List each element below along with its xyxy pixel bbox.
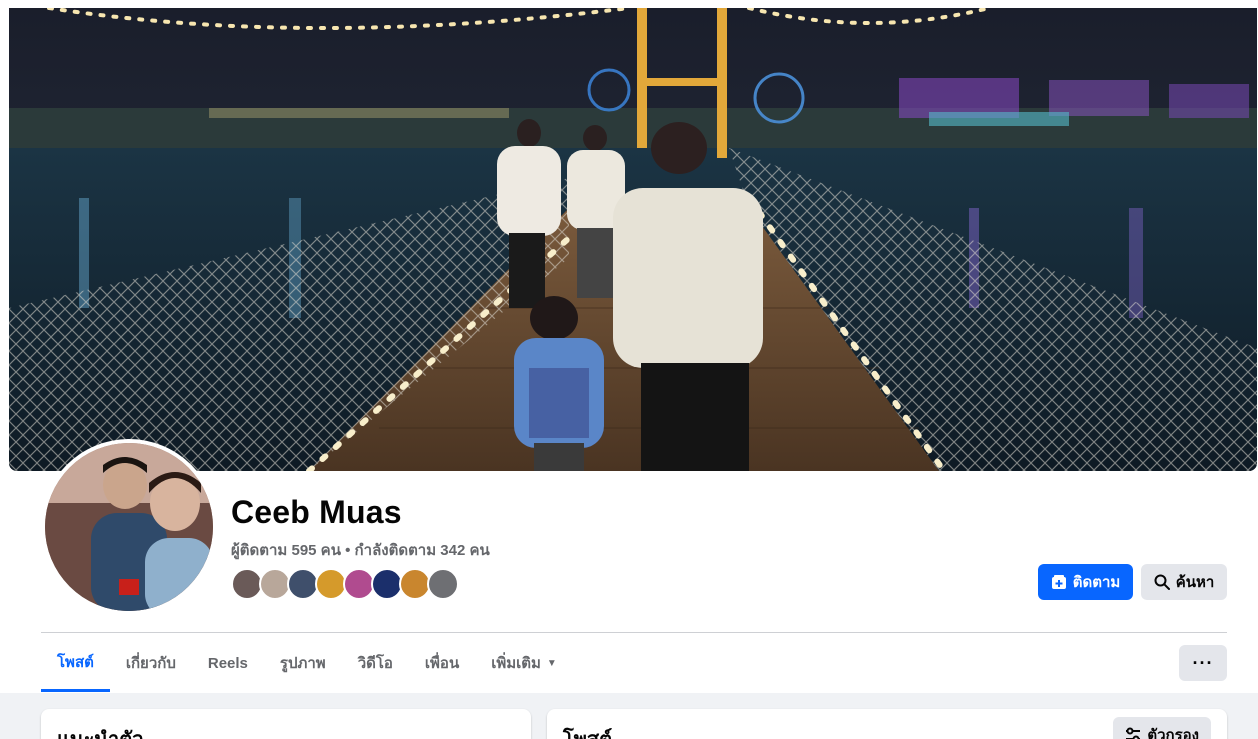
follow-button-label: ติดตาม xyxy=(1072,574,1121,591)
tab-reels[interactable]: Reels xyxy=(192,634,264,692)
followers-summary[interactable]: ผู้ติดตาม 595 คน • กำลังติดตาม 342 คน xyxy=(231,538,490,562)
tab-label: เพื่อน xyxy=(424,655,460,672)
profile-avatar-image xyxy=(45,443,213,611)
tab-photos[interactable]: รูปภาพ xyxy=(264,634,342,692)
tab-label: เพิ่มเติม xyxy=(491,655,541,672)
posts-card: โพสต์ ตัวกรอง xyxy=(547,709,1227,739)
cover-photo[interactable] xyxy=(9,8,1257,471)
follow-button[interactable]: ติดตาม xyxy=(1038,564,1133,600)
filter-icon xyxy=(1126,727,1141,739)
profile-name: Ceeb Muas xyxy=(231,494,402,530)
tab-more[interactable]: เพิ่มเติม ▼ xyxy=(475,634,573,692)
tab-label: Reels xyxy=(207,654,248,672)
tab-friends[interactable]: เพื่อน xyxy=(409,634,475,692)
filter-button[interactable]: ตัวกรอง xyxy=(1113,717,1211,739)
friend-avatar[interactable] xyxy=(427,568,459,600)
follow-icon xyxy=(1051,575,1066,589)
cover-photo-illustration xyxy=(9,8,1257,471)
tab-label: วิดีโอ xyxy=(357,655,393,672)
filter-button-label: ตัวกรอง xyxy=(1147,727,1199,739)
tab-label: เกี่ยวกับ xyxy=(125,655,176,672)
profile-avatar[interactable] xyxy=(41,439,217,615)
search-button-label: ค้นหา xyxy=(1175,574,1215,591)
intro-card: แนะนำตัว xyxy=(41,709,531,739)
chevron-down-icon: ▼ xyxy=(546,657,557,669)
profile-page: Ceeb Muas ผู้ติดตาม 595 คน • กำลังติดตาม… xyxy=(0,0,1258,739)
search-icon xyxy=(1154,574,1170,590)
tab-posts[interactable]: โพสต์ xyxy=(41,634,110,692)
posts-card-title: โพสต์ xyxy=(563,723,612,739)
search-button[interactable]: ค้นหา xyxy=(1141,564,1227,600)
intro-card-title: แนะนำตัว xyxy=(57,723,143,739)
tab-label: รูปภาพ xyxy=(279,655,326,672)
friend-avatars xyxy=(231,568,459,600)
tab-about[interactable]: เกี่ยวกับ xyxy=(110,634,192,692)
tab-videos[interactable]: วิดีโอ xyxy=(342,634,409,692)
more-options-button[interactable]: ··· xyxy=(1179,645,1227,681)
tab-label: โพสต์ xyxy=(57,653,94,671)
header-divider xyxy=(41,632,1227,633)
profile-tabs: โพสต์ เกี่ยวกับ Reels รูปภาพ วิดีโอ เพื่… xyxy=(41,634,573,692)
